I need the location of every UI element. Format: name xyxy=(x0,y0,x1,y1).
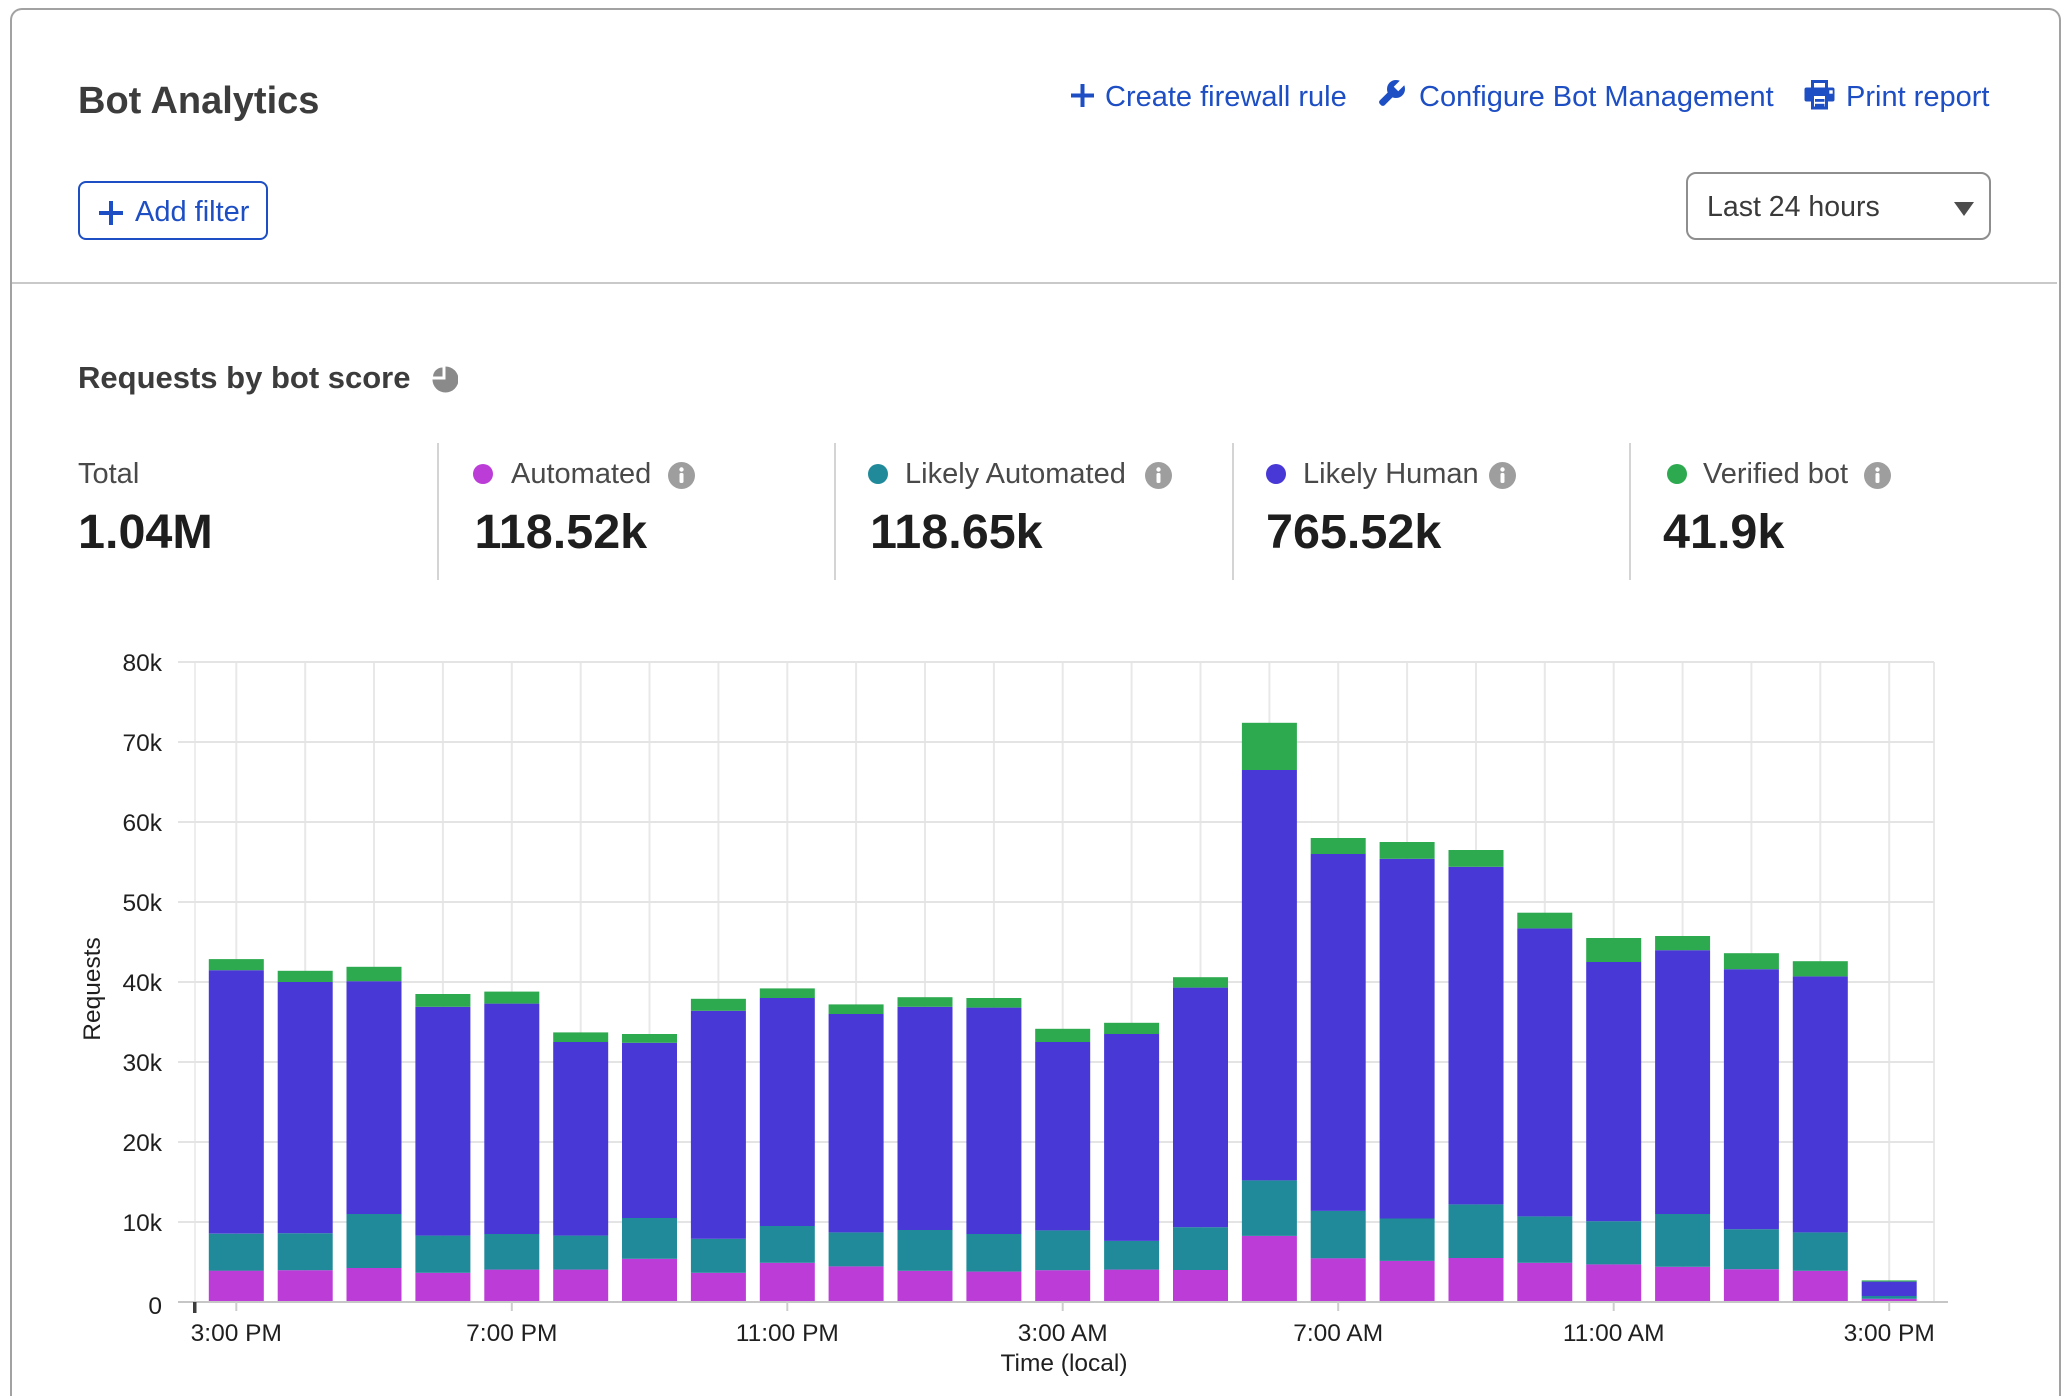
svg-text:20k: 20k xyxy=(122,1130,162,1157)
svg-text:10k: 10k xyxy=(122,1210,162,1237)
svg-text:Requests: Requests xyxy=(79,937,106,1041)
svg-text:7:00 PM: 7:00 PM xyxy=(466,1320,557,1347)
svg-text:11:00 PM: 11:00 PM xyxy=(736,1320,839,1347)
svg-text:30k: 30k xyxy=(122,1050,162,1077)
svg-text:70k: 70k xyxy=(122,730,162,757)
svg-text:0: 0 xyxy=(148,1293,162,1320)
svg-text:60k: 60k xyxy=(122,810,162,837)
svg-text:3:00 AM: 3:00 AM xyxy=(1018,1320,1108,1347)
svg-text:40k: 40k xyxy=(122,970,162,997)
svg-text:7:00 AM: 7:00 AM xyxy=(1293,1320,1383,1347)
svg-text:50k: 50k xyxy=(122,890,162,917)
svg-text:11:00 AM: 11:00 AM xyxy=(1563,1320,1665,1347)
svg-text:Time (local): Time (local) xyxy=(1000,1350,1127,1377)
svg-text:3:00 PM: 3:00 PM xyxy=(191,1320,282,1347)
svg-text:80k: 80k xyxy=(122,650,162,677)
svg-text:3:00 PM: 3:00 PM xyxy=(1844,1320,1935,1347)
